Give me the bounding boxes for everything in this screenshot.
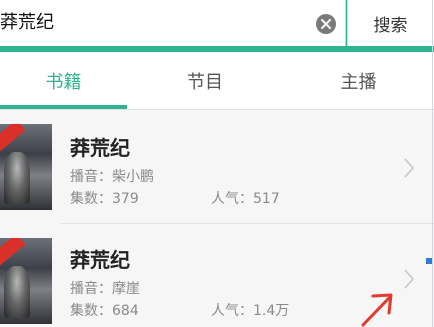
search-bar: 搜索 (0, 0, 434, 52)
book-cover (0, 238, 52, 324)
right-edge-line (432, 0, 433, 327)
search-button-label: 搜索 (373, 15, 408, 36)
item-narrator: 播音：柴小鹏 (70, 169, 154, 185)
clear-button[interactable] (316, 14, 336, 34)
item-popularity: 人气：1.4万 (211, 303, 290, 319)
search-button[interactable]: 搜索 (347, 0, 434, 46)
tab-books-label: 书籍 (45, 72, 82, 93)
book-cover (0, 124, 52, 210)
app-screen: 搜索 书籍 节目 主播 莽荒纪 播音：柴小鹏 集数：379 人气：517 (0, 0, 434, 327)
item-narrator: 播音：摩崖 (70, 281, 140, 297)
right-edge-marker (426, 258, 432, 264)
tab-hosts[interactable]: 主播 (296, 52, 421, 110)
item-popularity: 人气：517 (211, 191, 280, 207)
item-title: 莽荒纪 (70, 248, 130, 272)
tab-programs[interactable]: 节目 (145, 52, 265, 110)
list-item[interactable]: 莽荒纪 播音：柴小鹏 集数：379 人气：517 (0, 110, 434, 224)
active-tab-indicator (0, 105, 127, 109)
chevron-right-icon (404, 158, 415, 178)
search-box (0, 0, 346, 46)
item-title: 莽荒纪 (70, 136, 130, 160)
tab-bar: 书籍 节目 主播 (0, 52, 434, 110)
tab-hosts-label: 主播 (340, 72, 377, 93)
tab-books[interactable]: 书籍 (0, 52, 127, 110)
item-episodes: 集数：379 (70, 191, 139, 207)
tab-programs-label: 节目 (187, 72, 223, 93)
red-arrow-annotation (361, 293, 393, 327)
cover-art (4, 152, 30, 204)
item-episodes: 集数：684 (70, 303, 139, 319)
cover-art (4, 266, 30, 318)
clear-icon (321, 19, 331, 29)
search-input[interactable] (0, 0, 300, 46)
